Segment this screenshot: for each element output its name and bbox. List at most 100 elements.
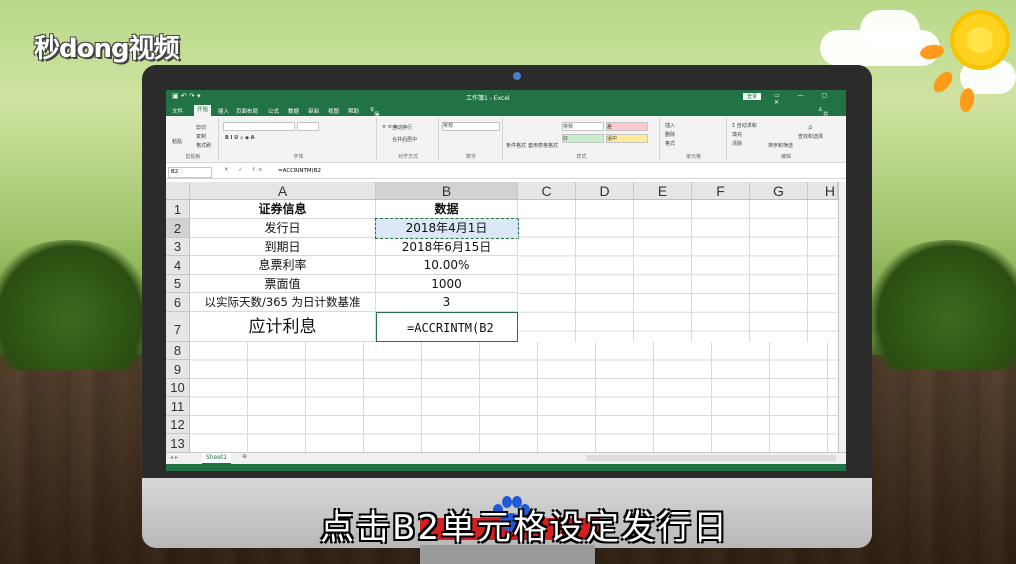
cell-b4[interactable]: 10.00% bbox=[376, 256, 518, 275]
column-header-a[interactable]: A bbox=[190, 182, 376, 200]
tab-home[interactable]: 开始 bbox=[194, 105, 212, 116]
row-header[interactable]: 7 bbox=[166, 312, 190, 342]
number-format-select[interactable]: 常规 bbox=[442, 122, 500, 131]
row-header[interactable]: 9 bbox=[166, 360, 190, 379]
plants-right bbox=[860, 240, 1016, 370]
tab-formulas[interactable]: 公式 bbox=[268, 107, 279, 115]
copy-button[interactable]: 复制 bbox=[196, 133, 206, 140]
cell-b7-editing[interactable]: =ACCRINTM(B2 bbox=[376, 312, 518, 342]
plants-left bbox=[0, 240, 160, 370]
format-painter-button[interactable]: 格式刷 bbox=[196, 142, 211, 149]
tab-file[interactable]: 文件 bbox=[172, 107, 183, 115]
font-group: B I U ▫ ◆ A 字体 bbox=[221, 118, 377, 160]
excel-window: ▣ ↶ ↷ ▾ 工作簿1 - Excel 登录 ▭ — ▢ ✕ 文件 开始 插入… bbox=[166, 90, 846, 471]
format-cells-button[interactable]: 格式 bbox=[665, 140, 675, 147]
name-box[interactable]: B2 bbox=[168, 167, 212, 178]
row-header[interactable]: 4 bbox=[166, 256, 190, 275]
cell-b1[interactable]: 数据 bbox=[376, 200, 518, 219]
cell-a5[interactable]: 票面值 bbox=[190, 275, 376, 293]
quick-access-toolbar[interactable]: ▣ ↶ ↷ ▾ bbox=[172, 92, 201, 100]
number-label: 数字 bbox=[465, 154, 476, 160]
font-format-buttons[interactable]: B I U ▫ ◆ A bbox=[225, 135, 255, 141]
status-bar bbox=[166, 464, 846, 471]
row-header[interactable]: 6 bbox=[166, 293, 190, 312]
styles-label: 样式 bbox=[576, 154, 587, 160]
tab-page-layout[interactable]: 页面布局 bbox=[236, 107, 258, 115]
row-header[interactable]: 8 bbox=[166, 342, 190, 360]
sun-ray bbox=[929, 68, 957, 96]
tab-review[interactable]: 审阅 bbox=[308, 107, 319, 115]
subtitle-caption: 点击B2单元格设定发行日 bbox=[320, 508, 729, 548]
tell-me-search[interactable]: ♀ 操作说明搜索 bbox=[370, 107, 380, 158]
formula-buttons[interactable]: ✕ ✓ fx bbox=[224, 167, 266, 173]
column-header-g[interactable]: G bbox=[750, 182, 808, 200]
autosum-button[interactable]: Σ 自动求和 bbox=[732, 122, 757, 129]
select-all-corner[interactable] bbox=[166, 182, 190, 200]
formula-bar: B2 ✕ ✓ fx =ACCRINTM(B2 bbox=[166, 166, 846, 179]
cell-a1[interactable]: 证券信息 bbox=[190, 200, 376, 219]
fill-button[interactable]: 填充 bbox=[732, 131, 742, 138]
column-header-c[interactable]: C bbox=[518, 182, 576, 200]
wrap-text-button[interactable]: 自动换行 bbox=[392, 124, 412, 131]
delete-cells-button[interactable]: 删除 bbox=[665, 131, 675, 138]
cond-format-button[interactable]: 条件格式 bbox=[506, 142, 526, 149]
cut-button[interactable]: 剪切 bbox=[196, 124, 206, 131]
cell-a2[interactable]: 发行日 bbox=[190, 219, 376, 238]
merge-center-button[interactable]: 合并后居中 bbox=[392, 136, 417, 143]
insert-cells-button[interactable]: 插入 bbox=[665, 122, 675, 129]
row-header[interactable]: 1 bbox=[166, 200, 190, 219]
cell-b6[interactable]: 3 bbox=[376, 293, 518, 312]
share-button[interactable]: ♙ 共享 bbox=[818, 107, 828, 126]
horizontal-scrollbar[interactable] bbox=[586, 455, 836, 461]
row-header[interactable]: 12 bbox=[166, 416, 190, 434]
cell-b3[interactable]: 2018年6月15日 bbox=[376, 238, 518, 256]
ribbon: 粘贴 剪切 复制 格式刷 剪贴板 B I U ▫ ◆ A 字体 ≡ ≡ ≡ 自动… bbox=[166, 116, 846, 163]
row-header[interactable]: 3 bbox=[166, 238, 190, 256]
search-icon: ⌕ bbox=[807, 122, 814, 133]
cell-b2[interactable]: 2018年4月1日 bbox=[375, 218, 519, 239]
cell-a6[interactable]: 以实际天数/365 为日计数基准 bbox=[190, 293, 376, 312]
tab-view[interactable]: 视图 bbox=[328, 107, 339, 115]
alignment-label: 对齐方式 bbox=[397, 154, 418, 160]
format-table-button[interactable]: 套用表格格式 bbox=[528, 142, 558, 149]
style-neutral[interactable]: 适中 bbox=[606, 134, 648, 143]
style-normal[interactable]: 常规 bbox=[562, 122, 604, 131]
row-header[interactable]: 2 bbox=[166, 219, 190, 238]
row-header[interactable]: 13 bbox=[166, 434, 190, 453]
font-name-select[interactable] bbox=[223, 122, 295, 131]
sort-filter-button[interactable]: 排序和筛选 bbox=[768, 142, 793, 149]
column-header-d[interactable]: D bbox=[576, 182, 634, 200]
cell-b5[interactable]: 1000 bbox=[376, 275, 518, 293]
title-bar: ▣ ↶ ↷ ▾ 工作簿1 - Excel 登录 ▭ — ▢ ✕ bbox=[166, 90, 846, 106]
ribbon-tabs: 文件 开始 插入 页面布局 公式 数据 审阅 视图 帮助 ♀ 操作说明搜索 ♙ … bbox=[166, 104, 846, 158]
row-header[interactable]: 11 bbox=[166, 397, 190, 416]
find-select-button[interactable]: ⌕ 查找和选择 bbox=[798, 122, 823, 140]
vertical-scrollbar[interactable] bbox=[838, 182, 846, 453]
row-header[interactable]: 5 bbox=[166, 275, 190, 293]
tab-help[interactable]: 帮助 bbox=[348, 107, 359, 115]
font-size-select[interactable] bbox=[297, 122, 319, 131]
style-bad[interactable]: 差 bbox=[606, 122, 648, 131]
cell-a4[interactable]: 息票利率 bbox=[190, 256, 376, 275]
paste-button[interactable]: 粘贴 bbox=[172, 138, 182, 145]
column-header-e[interactable]: E bbox=[634, 182, 692, 200]
tab-insert[interactable]: 插入 bbox=[218, 107, 229, 115]
clear-button[interactable]: 清除 bbox=[732, 140, 742, 147]
sheet-nav-arrows[interactable]: ◂ ▸ bbox=[170, 454, 178, 461]
empty-grid-right[interactable] bbox=[518, 200, 846, 342]
empty-grid-area[interactable] bbox=[190, 342, 846, 453]
formula-input[interactable]: =ACCRINTM(B2 bbox=[278, 168, 321, 174]
column-header-f[interactable]: F bbox=[692, 182, 750, 200]
cell-a3[interactable]: 到期日 bbox=[190, 238, 376, 256]
column-header-b[interactable]: B bbox=[376, 182, 518, 200]
add-sheet-button[interactable]: ⊕ bbox=[242, 453, 247, 460]
editing-label: 编辑 bbox=[780, 154, 791, 160]
style-good[interactable]: 好 bbox=[562, 134, 604, 143]
cell-a7[interactable]: 应计利息 bbox=[190, 312, 376, 342]
editing-group: Σ 自动求和 填充 清除 排序和筛选 ⌕ 查找和选择 编辑 bbox=[728, 118, 844, 160]
column-header-h[interactable]: H bbox=[808, 182, 838, 200]
tab-data[interactable]: 数据 bbox=[288, 107, 299, 115]
row-header[interactable]: 10 bbox=[166, 379, 190, 397]
cells-label: 单元格 bbox=[685, 154, 701, 160]
login-button[interactable]: 登录 bbox=[743, 93, 762, 100]
